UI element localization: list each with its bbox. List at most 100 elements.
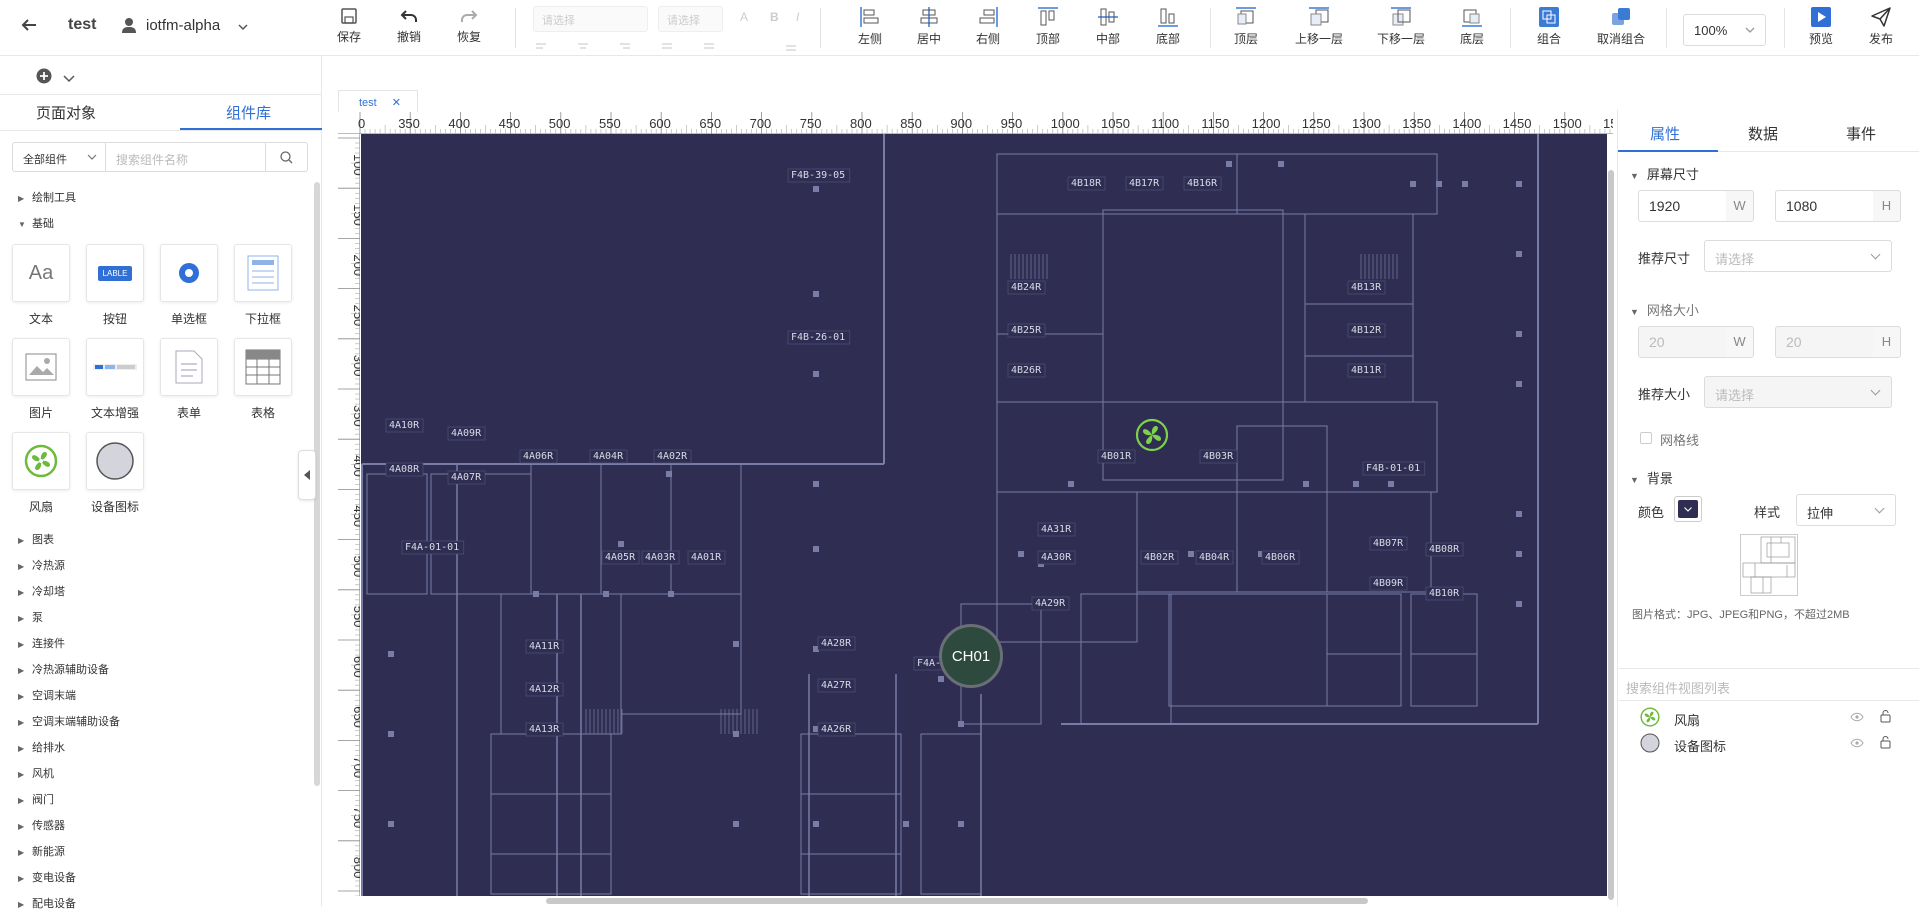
font-size-select[interactable]: 请选择 [658,6,723,32]
publish-button[interactable]: 发布 [1851,4,1911,47]
recommended-grid-select[interactable]: 请选择 [1704,376,1892,408]
eye-icon[interactable] [1850,738,1864,748]
layer-bottom-button[interactable]: 底层 [1442,4,1502,47]
bold-icon[interactable]: B [770,10,779,24]
tab-component-library[interactable]: 组件库 [226,102,271,123]
canvas-vertical-scrollbar[interactable] [1608,170,1614,900]
lock-icon[interactable] [1880,709,1891,723]
grid-height-input[interactable]: 20 [1775,326,1875,358]
save-button[interactable]: 保存 [319,4,379,45]
screen-height-input[interactable]: 1080 [1775,190,1875,222]
component-rich-text[interactable]: 文本增强 [85,338,145,421]
component-radio[interactable]: 单选框 [159,244,219,327]
device-ch01[interactable]: CH01 [939,624,1003,688]
align-left-button[interactable]: 左侧 [840,4,900,47]
search-button[interactable] [266,142,308,172]
canvas-tab[interactable]: test ✕ [338,90,418,112]
component-device-icon[interactable]: 设备图标 [85,432,145,515]
section-screen-size[interactable]: ▼ 屏幕尺寸 [1630,164,1699,183]
add-page-icon[interactable] [36,68,52,87]
layer-top-button[interactable]: 顶层 [1216,4,1276,47]
fan-device[interactable] [1135,418,1169,452]
close-icon[interactable]: ✕ [392,97,401,109]
tree-category-item[interactable]: ▶ 冷热源辅助设备 [18,660,109,680]
screen-width-input[interactable]: 1920 [1638,190,1728,222]
group-button[interactable]: 组合 [1519,4,1579,47]
user-name[interactable]: iotfm-alpha [146,17,220,34]
tree-drawing-tools[interactable]: ▶ 绘制工具 [18,188,76,208]
align-right-label: 右侧 [975,32,1000,46]
font-family-select[interactable]: 请选择 [533,6,648,32]
tree-category-item[interactable]: ▶ 新能源 [18,842,65,862]
tree-category-item[interactable]: ▶ 冷热源 [18,556,65,576]
room-label: 4B12R [1351,325,1382,336]
chevron-down-icon[interactable] [63,72,75,86]
tab-events[interactable]: 事件 [1846,123,1876,144]
component-fan[interactable]: 风扇 [11,432,71,515]
room-label: 4B10R [1429,588,1460,599]
tree-category-item[interactable]: ▶ 空调末端 [18,686,76,706]
collapse-left-panel-button[interactable] [298,450,316,500]
tree-category-item[interactable]: ▶ 阀门 [18,790,54,810]
align-center-button[interactable]: 居中 [899,4,959,47]
align-bottom-button[interactable]: 底部 [1138,4,1198,47]
tree-category-item[interactable]: ▶ 图表 [18,530,54,550]
component-search-input[interactable]: 搜索组件名称 [106,142,266,172]
align-top-button[interactable]: 顶部 [1018,4,1078,47]
tab-properties[interactable]: 属性 [1650,123,1680,144]
component-form[interactable]: 表单 [159,338,219,421]
background-image-thumbnail[interactable] [1740,534,1798,596]
tree-category-item[interactable]: ▶ 冷却塔 [18,582,65,602]
tree-category-item[interactable]: ▶ 泵 [18,608,43,628]
tree-category-item[interactable]: ▶ 给排水 [18,738,65,758]
layer-row[interactable]: 风扇 [1618,704,1919,730]
tree-category-item[interactable]: ▶ 变电设备 [18,868,76,888]
layer-row[interactable]: 设备图标 [1618,730,1919,756]
chevron-down-icon[interactable] [238,20,248,34]
component-filter-select[interactable]: 全部组件 [12,142,106,172]
zoom-select[interactable]: 100% [1683,14,1766,46]
recommended-size-select[interactable]: 请选择 [1704,240,1892,272]
component-text[interactable]: Aa 文本 [11,244,71,327]
tab-data[interactable]: 数据 [1748,123,1778,144]
layer-up-icon [1309,7,1329,26]
layer-down-button[interactable]: 下移一层 [1368,4,1434,47]
tree-category-item[interactable]: ▶ 配电设备 [18,894,76,914]
tab-page-objects[interactable]: 页面对象 [36,102,96,123]
ungroup-button[interactable]: 取消组合 [1586,4,1656,47]
layer-up-label: 上移一层 [1294,32,1343,46]
canvas-horizontal-scrollbar[interactable] [546,898,1368,904]
preview-button[interactable]: 预览 [1791,4,1851,47]
component-table[interactable]: 表格 [233,338,293,421]
component-button[interactable]: LABLE 按钮 [85,244,145,327]
top-toolbar: test iotfm-alpha 保存 撤销 恢复 请选择 请选择 A B I … [0,0,1919,56]
section-background[interactable]: ▼ 背景 [1630,468,1673,487]
align-right-button[interactable]: 右侧 [958,4,1018,47]
font-color-icon[interactable]: A [740,10,748,24]
section-grid-size[interactable]: ▼ 网格大小 [1630,300,1699,319]
background-style-select[interactable]: 拉伸 [1796,494,1896,526]
grid-width-input[interactable]: 20 [1638,326,1728,358]
back-arrow-icon[interactable] [20,16,38,40]
italic-icon[interactable]: I [796,10,799,24]
undo-button[interactable]: 撤销 [379,4,439,45]
tree-category-item[interactable]: ▶ 风机 [18,764,54,784]
grid-lines-checkbox[interactable] [1640,432,1652,444]
layer-up-button[interactable]: 上移一层 [1286,4,1352,47]
background-color-picker[interactable] [1674,496,1702,522]
component-dropdown[interactable]: 下拉框 [233,244,293,327]
tree-category-item[interactable]: ▶ 传感器 [18,816,65,836]
redo-button[interactable]: 恢复 [439,4,499,45]
tree-category-item[interactable]: ▶ 连接件 [18,634,65,654]
align-middle-button[interactable]: 中部 [1078,4,1138,47]
tree-basic[interactable]: ▼ 基础 [18,214,54,234]
layer-search-input[interactable]: 搜索组件视图列表 [1626,678,1730,697]
canvas-stage[interactable]: F4B-39-05 4B18R 4B17R 4B16R 4B24R 4B13R F4B-26… [361,134,1607,896]
eye-icon[interactable] [1850,712,1864,722]
text-align-icons[interactable] [536,40,806,57]
tree-category-item[interactable]: ▶ 空调末端辅助设备 [18,712,120,732]
lock-icon[interactable] [1880,735,1891,749]
ruler-label: 600 [649,116,671,131]
undo-label: 撤销 [396,30,421,44]
component-image[interactable]: 图片 [11,338,71,421]
